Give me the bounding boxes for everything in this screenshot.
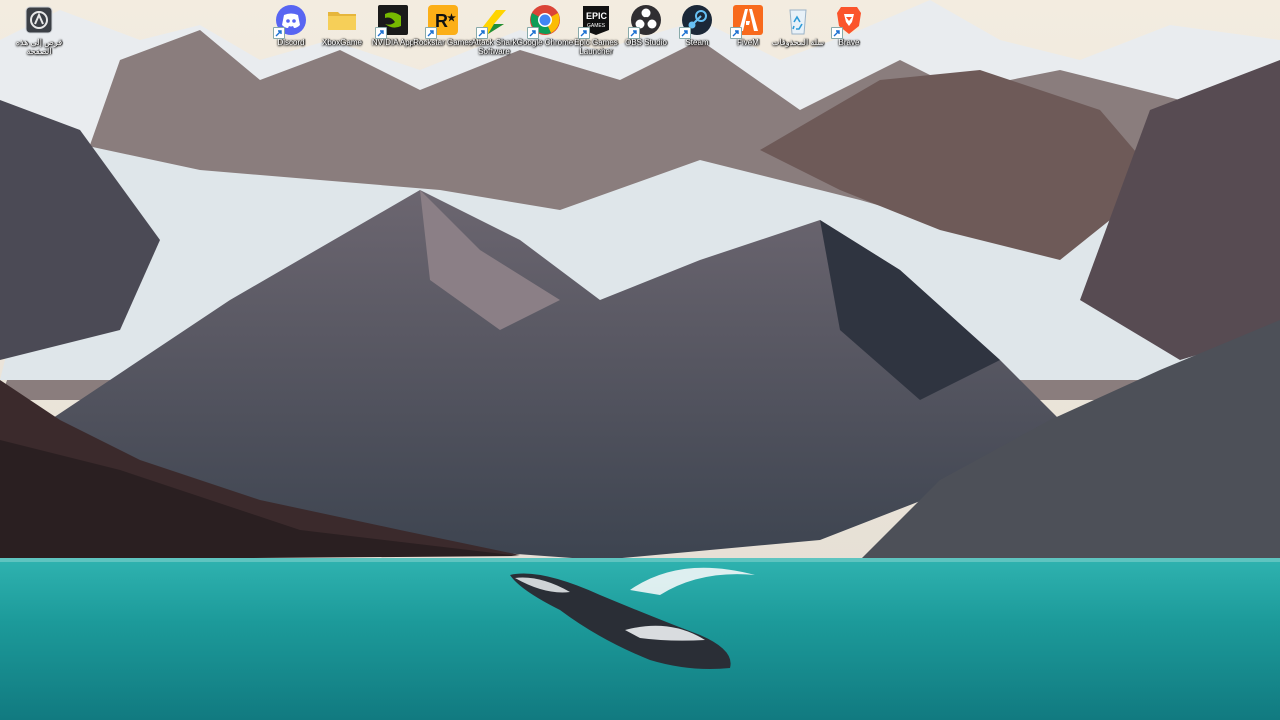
desktop-icon-google-chrome[interactable]: Google Chrome (517, 4, 573, 47)
desktop-wallpaper (0, 0, 1280, 720)
shortcut-arrow-icon (679, 27, 691, 39)
shortcut-arrow-icon (527, 27, 539, 39)
folder-icon (328, 12, 356, 30)
desktop-icon-rockstar-games[interactable]: R ★ Rockstar Games (413, 4, 473, 47)
desktop-icon-brave[interactable]: Brave (824, 4, 874, 47)
desktop-icon-nvidia-app[interactable]: NVIDIA App (368, 4, 418, 47)
desktop-icon-fivem[interactable]: FiveM (723, 4, 773, 47)
desktop-icon-recycle-bin[interactable]: سلة المحذوفات (772, 4, 824, 47)
svg-text:EPIC: EPIC (586, 11, 608, 21)
tile-icon (25, 6, 53, 34)
desktop-icon-steam[interactable]: Steam (672, 4, 722, 47)
shortcut-arrow-icon (628, 27, 640, 39)
desktop-icon-pin-to-start[interactable]: قرص إلى هذه الصفحة (14, 4, 64, 56)
recycle-bin-icon (789, 9, 807, 35)
shortcut-arrow-icon (273, 27, 285, 39)
desktop-icon-label: Brave (838, 38, 860, 47)
shortcut-arrow-icon (578, 27, 590, 39)
shortcut-arrow-icon (730, 27, 742, 39)
svg-text:★: ★ (447, 13, 456, 24)
shortcut-arrow-icon (831, 27, 843, 39)
shortcut-arrow-icon (375, 27, 387, 39)
desktop-icon-label: قرص إلى هذه الصفحة (15, 38, 63, 56)
shortcut-arrow-icon (476, 27, 488, 39)
shortcut-arrow-icon (425, 27, 437, 39)
desktop-icon-xboxgame-folder[interactable]: XboxGame (317, 4, 367, 47)
desktop-icon-discord[interactable]: Discord (266, 4, 316, 47)
desktop-icon-epic-games[interactable]: EPIC GAMES Epic Games Launcher (571, 4, 621, 56)
desktop-icon-attack-shark[interactable]: Attack Shark Software (469, 4, 519, 56)
desktop-icon-obs-studio[interactable]: OBS Studio (621, 4, 671, 47)
